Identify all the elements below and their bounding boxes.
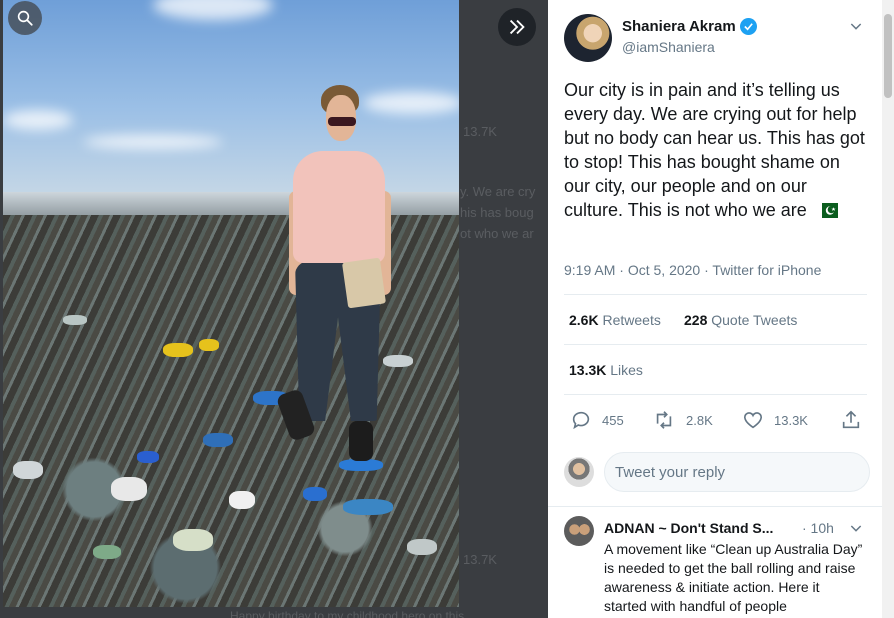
media-viewer: 13.7K y. We are cry his has boug ot who …: [0, 0, 548, 618]
like-count: 13.3K: [774, 412, 808, 428]
tweet-date[interactable]: Oct 5, 2020: [628, 262, 700, 278]
tweet-detail-pane: Shaniera Akram @iamShaniera Our city is …: [548, 0, 882, 618]
retweet-button[interactable]: 2.8K: [652, 409, 713, 431]
divider: [564, 344, 867, 345]
ghost-text-line: y. We are cry: [460, 184, 536, 199]
share-button[interactable]: [840, 409, 862, 431]
ghost-text-line: his has boug: [460, 205, 534, 220]
retweet-icon: [656, 411, 672, 429]
likes-count: 13.3K: [569, 362, 607, 378]
quote-tweets-count: 228: [684, 312, 708, 328]
likes-stat[interactable]: 13.3K Likes: [569, 362, 643, 378]
divider: [548, 506, 882, 507]
tweet-meta: 9:19 AM · Oct 5, 2020 · Twitter for iPho…: [564, 262, 822, 278]
reply-author-avatar[interactable]: [564, 516, 594, 546]
ghost-text-line: ot who we ar: [460, 226, 534, 241]
reply-time[interactable]: · 10h: [802, 520, 834, 536]
search-icon[interactable]: [8, 1, 42, 35]
quote-tweets-stat[interactable]: 228 Quote Tweets: [684, 312, 797, 328]
retweets-count: 2.6K: [569, 312, 599, 328]
divider: [564, 294, 867, 295]
photo-person: [273, 85, 403, 465]
heart-icon: [743, 412, 763, 429]
author-name[interactable]: Shaniera Akram: [622, 18, 736, 35]
likes-label: Likes: [610, 362, 643, 378]
reply-author-name[interactable]: ADNAN ~ Don't Stand S...: [604, 520, 773, 536]
ghost-count: 13.7K: [463, 124, 497, 139]
reply-input[interactable]: Tweet your reply: [604, 452, 870, 492]
verified-badge-icon: [739, 18, 757, 35]
retweet-count: 2.8K: [686, 412, 713, 428]
double-chevron-right-icon[interactable]: [498, 8, 536, 46]
reply-icon: [572, 411, 590, 430]
current-user-avatar: [564, 457, 594, 487]
reply-count: 455: [602, 412, 624, 428]
chevron-down-icon[interactable]: [848, 18, 864, 39]
tweet-source[interactable]: Twitter for iPhone: [712, 262, 821, 278]
share-icon: [842, 410, 860, 429]
divider: [564, 394, 867, 395]
scrollbar-thumb[interactable]: [884, 14, 892, 98]
retweets-stat[interactable]: 2.6K Retweets: [569, 312, 661, 328]
tweet-time[interactable]: 9:19 AM: [564, 262, 615, 278]
reply-text: A movement like “Clean up Australia Day”…: [604, 541, 863, 614]
reply-composer: Tweet your reply: [564, 452, 870, 492]
quote-tweets-label: Quote Tweets: [711, 312, 798, 328]
like-button[interactable]: 13.3K: [742, 409, 808, 431]
author-avatar[interactable]: [564, 14, 612, 62]
scrollbar[interactable]: [882, 0, 894, 618]
author-handle[interactable]: @iamShaniera: [622, 39, 715, 55]
tweet-photo[interactable]: [3, 0, 459, 607]
ghost-count: 13.7K: [463, 552, 497, 567]
ghost-footer-text: Happy birthday to my childhood hero on t…: [230, 609, 475, 618]
tweet-actions: 455 2.8K 13.3K: [564, 404, 867, 436]
pakistan-flag-icon: [815, 203, 838, 218]
author-name-row[interactable]: Shaniera Akram: [622, 18, 757, 35]
tweet-body: Our city is in pain and it’s telling us …: [564, 78, 869, 222]
reply-button[interactable]: 455: [570, 409, 624, 431]
tweet-text: Our city is in pain and it’s telling us …: [564, 80, 865, 220]
chevron-down-icon[interactable]: [848, 520, 864, 541]
retweets-label: Retweets: [602, 312, 661, 328]
